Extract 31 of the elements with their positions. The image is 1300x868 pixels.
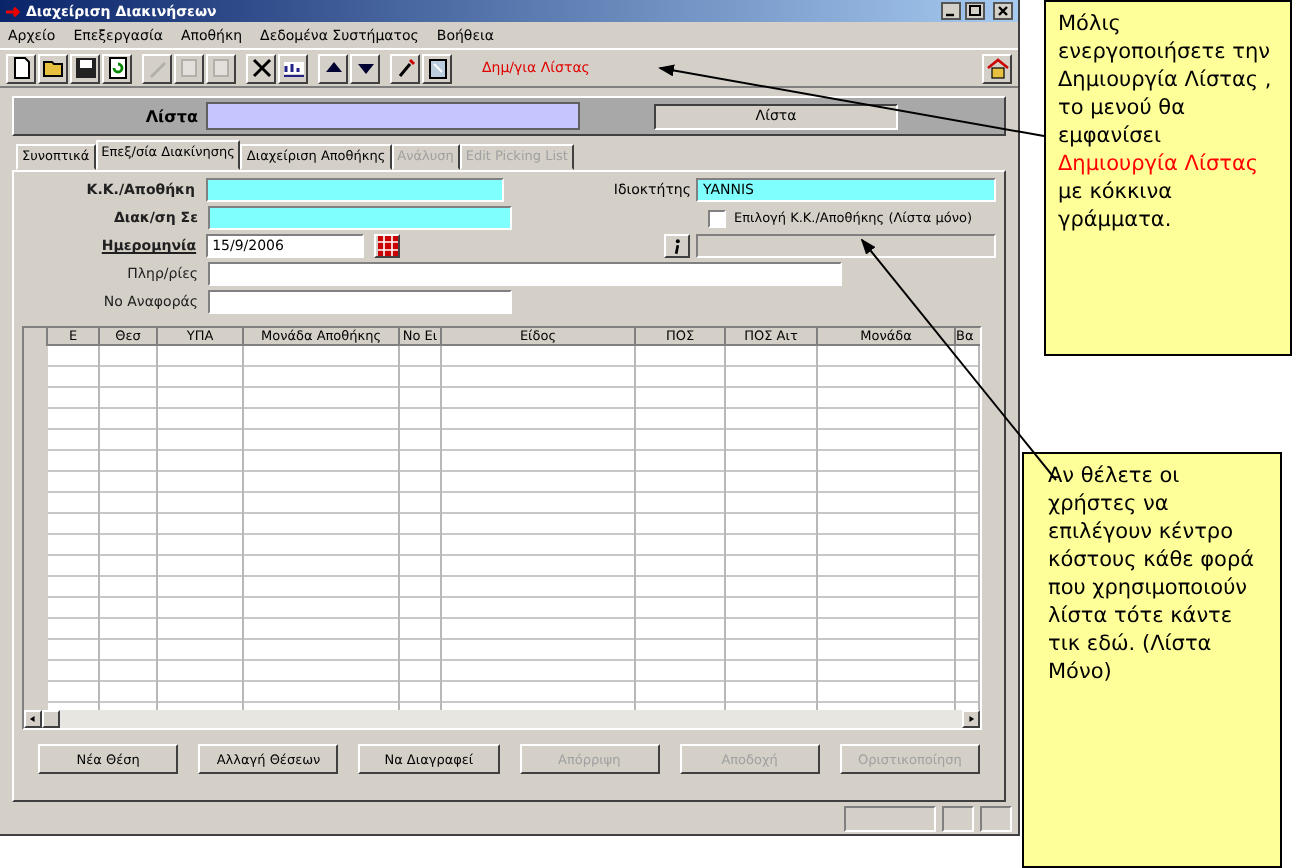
reference-field[interactable] — [208, 290, 512, 314]
wand-icon[interactable] — [390, 53, 420, 83]
home-icon[interactable] — [982, 53, 1012, 83]
status-panel — [844, 805, 936, 831]
list-field[interactable] — [206, 102, 580, 130]
scroll-left-icon[interactable] — [24, 710, 42, 728]
transfer-to-field[interactable] — [208, 206, 512, 230]
cost-center-field[interactable] — [205, 178, 505, 202]
folder-icon[interactable] — [38, 53, 68, 83]
maximize-button[interactable] — [964, 2, 986, 20]
minimize-button[interactable] — [940, 2, 962, 20]
notes-field[interactable] — [208, 262, 842, 286]
scroll-right-icon[interactable] — [962, 710, 980, 728]
list-label: Λίστα — [143, 107, 200, 125]
status-panel — [942, 805, 974, 831]
info-icon — [671, 237, 682, 255]
callout-text: Μόλις ενεργοποιήσετε την Δημιουργία Λίστας , το μενού θα εμφανίσει Δημιουργία Λίστας με κόκκινα γράμματα. — [1058, 12, 1272, 232]
horizontal-scrollbar[interactable] — [24, 710, 980, 728]
scroll-thumb[interactable] — [42, 710, 60, 728]
new-file-icon[interactable] — [6, 53, 36, 83]
calendar-button[interactable] — [374, 234, 401, 258]
info-chart-icon[interactable] — [278, 53, 308, 83]
checkbox[interactable] — [708, 209, 726, 227]
close-button[interactable] — [992, 2, 1014, 20]
refresh-icon[interactable] — [102, 53, 132, 83]
floppy-disk-icon[interactable] — [70, 53, 100, 83]
info-button[interactable] — [663, 234, 690, 258]
cross-icon[interactable] — [246, 53, 276, 83]
app-icon — [4, 3, 20, 19]
status-panel — [980, 805, 1012, 831]
clipboard-icon[interactable] — [422, 53, 452, 83]
